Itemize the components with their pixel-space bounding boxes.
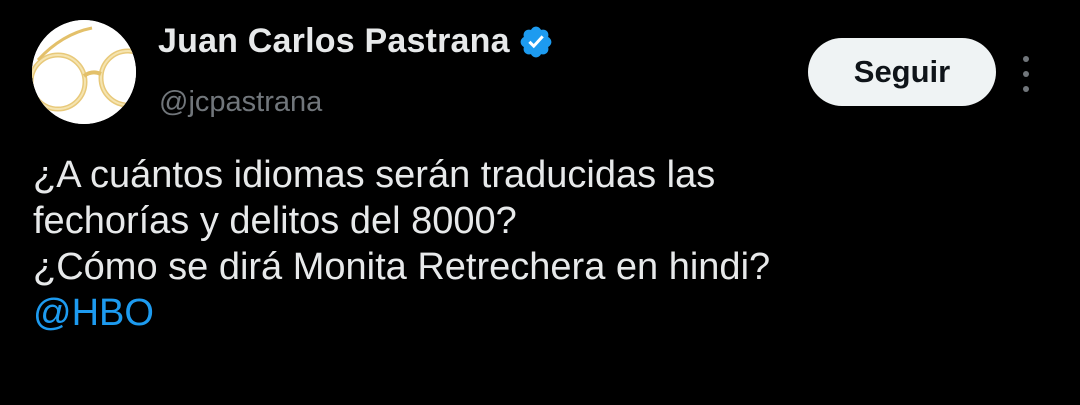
follow-button[interactable]: Seguir xyxy=(808,38,996,106)
author-handle[interactable]: @jcpastrana xyxy=(159,86,322,119)
tweet-card: Juan Carlos Pastrana @jcpastrana Seguir … xyxy=(0,0,1080,405)
mention-link[interactable]: @HBO xyxy=(33,290,1053,336)
more-options-icon[interactable] xyxy=(1010,52,1042,96)
tweet-text: ¿A cuántos idiomas serán traducidas las … xyxy=(33,152,1053,336)
dot xyxy=(1023,71,1029,77)
tweet-text-line: ¿A cuántos idiomas serán traducidas las xyxy=(33,154,716,196)
verified-badge-icon[interactable] xyxy=(518,24,554,60)
author-avatar[interactable] xyxy=(32,20,136,124)
author-display-name[interactable]: Juan Carlos Pastrana xyxy=(158,22,510,61)
dot xyxy=(1023,86,1029,92)
dot xyxy=(1023,56,1029,62)
tweet-text-line: fechorías y delitos del 8000? xyxy=(33,200,517,242)
tweet-text-line: ¿Cómo se dirá Monita Retrechera en hindi… xyxy=(33,246,771,288)
round-glasses-icon xyxy=(32,20,136,124)
author-name-row: Juan Carlos Pastrana xyxy=(158,22,554,61)
